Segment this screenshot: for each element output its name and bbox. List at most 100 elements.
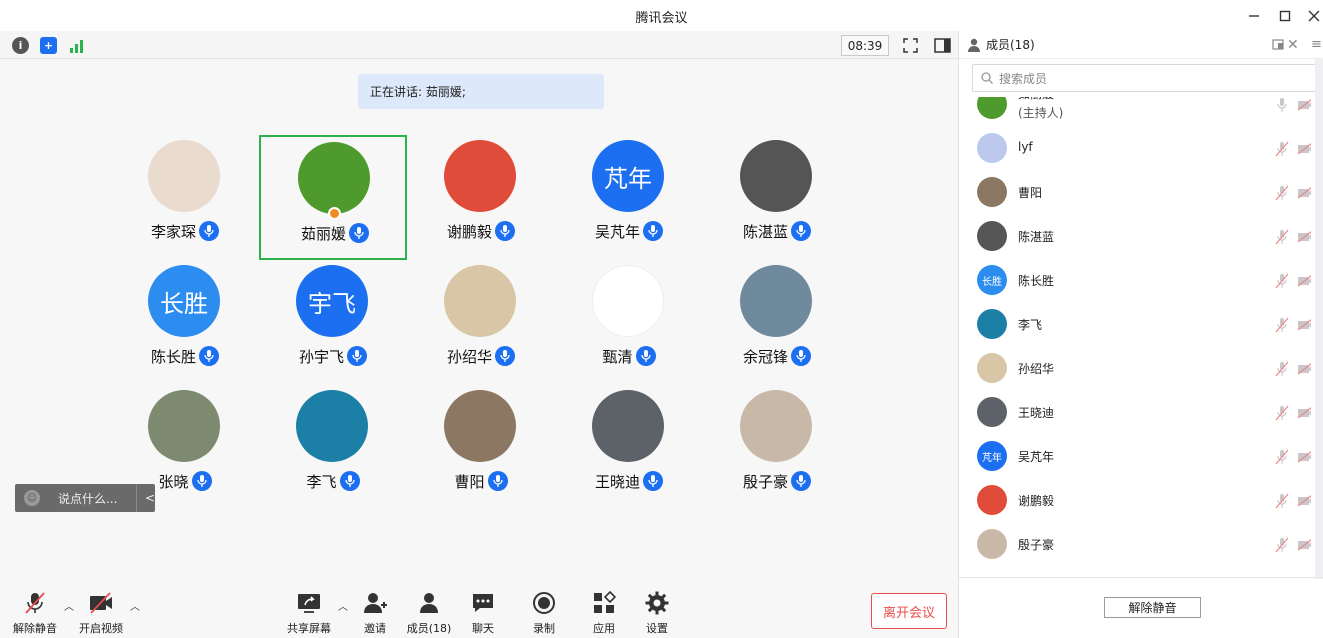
- participant-tile[interactable]: 曹阳: [407, 385, 555, 510]
- participant-name: 王晓迪: [594, 472, 640, 491]
- mic-muted-icon[interactable]: [1275, 229, 1289, 249]
- mic-icon: [199, 346, 219, 366]
- member-name: 李飞: [1018, 318, 1043, 332]
- members-button[interactable]: 成员(18): [406, 590, 452, 636]
- avatar: [592, 265, 664, 337]
- member-avatar: [977, 133, 1007, 163]
- mic-muted-icon[interactable]: [1275, 449, 1289, 469]
- menu-icon[interactable]: ≡: [1311, 37, 1322, 52]
- mic-icon[interactable]: [1275, 97, 1289, 117]
- camera-off-icon[interactable]: [1297, 274, 1311, 291]
- close-button[interactable]: [1297, 0, 1323, 31]
- participant-tile[interactable]: 谢鹏毅: [407, 135, 555, 260]
- camera-off-icon[interactable]: [1297, 318, 1311, 335]
- chat-placeholder[interactable]: 说点什么...: [58, 490, 130, 507]
- member-row[interactable]: 曹阳: [959, 171, 1311, 215]
- meeting-timer: 08:39: [841, 35, 889, 56]
- mic-muted-icon[interactable]: [1275, 493, 1289, 513]
- participant-tile[interactable]: 孙绍华: [407, 260, 555, 385]
- participant-tile[interactable]: 长胜 陈长胜: [111, 260, 259, 385]
- invite-button[interactable]: 邀请: [360, 590, 390, 636]
- mic-muted-icon[interactable]: [1275, 317, 1289, 337]
- camera-off-icon[interactable]: [1297, 142, 1311, 159]
- members-icon: [416, 590, 442, 616]
- share-screen-button[interactable]: 共享屏幕: [286, 590, 332, 636]
- avatar: [444, 390, 516, 462]
- unmute-all-button[interactable]: 解除静音: [1104, 597, 1201, 618]
- leave-meeting-button[interactable]: 离开会议: [871, 593, 947, 629]
- member-row[interactable]: 茹丽媛 (主持人): [959, 97, 1311, 127]
- member-row[interactable]: 李飞: [959, 303, 1311, 347]
- settings-button[interactable]: 设置: [642, 590, 672, 636]
- participant-name-row: 王晓迪: [555, 470, 703, 492]
- fullscreen-icon[interactable]: [901, 36, 920, 55]
- camera-off-icon[interactable]: [1297, 186, 1311, 203]
- participant-tile[interactable]: 陈湛蓝: [703, 135, 851, 260]
- member-row[interactable]: 谢鹏毅: [959, 479, 1311, 523]
- share-options-caret[interactable]: ︿: [338, 598, 348, 613]
- record-button[interactable]: 录制: [529, 590, 559, 636]
- chat-button[interactable]: 聊天: [468, 590, 498, 636]
- camera-off-icon[interactable]: [1297, 98, 1311, 115]
- mic-muted-icon[interactable]: [1275, 405, 1289, 425]
- chat-collapse-button[interactable]: <: [135, 484, 155, 512]
- search-placeholder: 搜索成员: [999, 71, 1048, 86]
- member-list[interactable]: 茹丽媛 (主持人) lyf 曹阳陈湛蓝长胜陈长胜李飞孙绍华王晓迪芃年吴芃年谢鹏毅殷子豪: [959, 97, 1311, 577]
- minimize-button[interactable]: [1237, 0, 1271, 31]
- layout-toggle-icon[interactable]: [933, 36, 952, 55]
- member-row[interactable]: 长胜 陈长胜: [959, 259, 1311, 303]
- popout-icon[interactable]: [1272, 39, 1284, 53]
- mic-muted-icon[interactable]: [1275, 185, 1289, 205]
- member-name: 吴芃年: [1018, 450, 1055, 464]
- member-row[interactable]: 王晓迪: [959, 391, 1311, 435]
- participant-tile[interactable]: 殷子豪: [703, 385, 851, 510]
- member-row[interactable]: 芃年 吴芃年: [959, 435, 1311, 479]
- search-icon: [981, 72, 993, 84]
- info-icon[interactable]: i: [12, 37, 29, 54]
- camera-off-icon[interactable]: [1297, 494, 1311, 511]
- mic-muted-icon[interactable]: [1275, 273, 1289, 293]
- member-search-input[interactable]: 搜索成员: [972, 64, 1318, 92]
- avatar: [740, 265, 812, 337]
- member-name: 陈长胜: [1018, 274, 1055, 288]
- participant-tile[interactable]: 李家琛: [111, 135, 259, 260]
- member-row[interactable]: lyf: [959, 127, 1311, 171]
- member-row[interactable]: 孙绍华: [959, 347, 1311, 391]
- participant-name: 陈长胜: [150, 347, 196, 366]
- member-avatar: 长胜: [977, 265, 1007, 295]
- member-list-scrollbar[interactable]: [1315, 59, 1323, 579]
- participant-tile[interactable]: 李飞: [259, 385, 407, 510]
- member-row[interactable]: 殷子豪: [959, 523, 1311, 567]
- emoji-icon[interactable]: ☺: [24, 490, 40, 506]
- participant-name: 陈湛蓝: [742, 222, 788, 241]
- participant-tile[interactable]: 芃年 吴芃年: [555, 135, 703, 260]
- participant-name-row: 李飞: [259, 470, 407, 492]
- participant-tile[interactable]: 王晓迪: [555, 385, 703, 510]
- participant-name-row: 孙绍华: [407, 345, 555, 367]
- signal-icon[interactable]: [68, 37, 85, 54]
- camera-off-icon[interactable]: [1297, 538, 1311, 555]
- chat-input-box[interactable]: ☺ 说点什么... <: [15, 484, 155, 512]
- video-options-caret[interactable]: ︿: [130, 598, 140, 613]
- camera-off-icon[interactable]: [1297, 450, 1311, 467]
- share-label: 共享屏幕: [287, 622, 331, 635]
- unmute-button[interactable]: 解除静音: [12, 590, 58, 636]
- participant-tile[interactable]: 甄清: [555, 260, 703, 385]
- participant-tile[interactable]: 宇飞 孙宇飞: [259, 260, 407, 385]
- mic-muted-icon[interactable]: [1275, 361, 1289, 381]
- member-name: 殷子豪: [1018, 538, 1055, 552]
- shield-icon[interactable]: +: [40, 37, 57, 54]
- mic-muted-icon[interactable]: [1275, 537, 1289, 557]
- participant-tile[interactable]: 余冠锋: [703, 260, 851, 385]
- camera-off-icon[interactable]: [1297, 362, 1311, 379]
- member-row[interactable]: 陈湛蓝: [959, 215, 1311, 259]
- participant-name-row: 陈湛蓝: [703, 220, 851, 242]
- participant-tile[interactable]: 茹丽媛: [259, 135, 407, 260]
- mic-muted-icon[interactable]: [1275, 141, 1289, 161]
- camera-off-icon[interactable]: [1297, 406, 1311, 423]
- close-panel-icon[interactable]: ✕: [1287, 37, 1299, 53]
- camera-off-icon[interactable]: [1297, 230, 1311, 247]
- start-video-button[interactable]: 开启视频: [78, 590, 124, 636]
- audio-options-caret[interactable]: ︿: [64, 598, 74, 613]
- apps-button[interactable]: 应用: [589, 590, 619, 636]
